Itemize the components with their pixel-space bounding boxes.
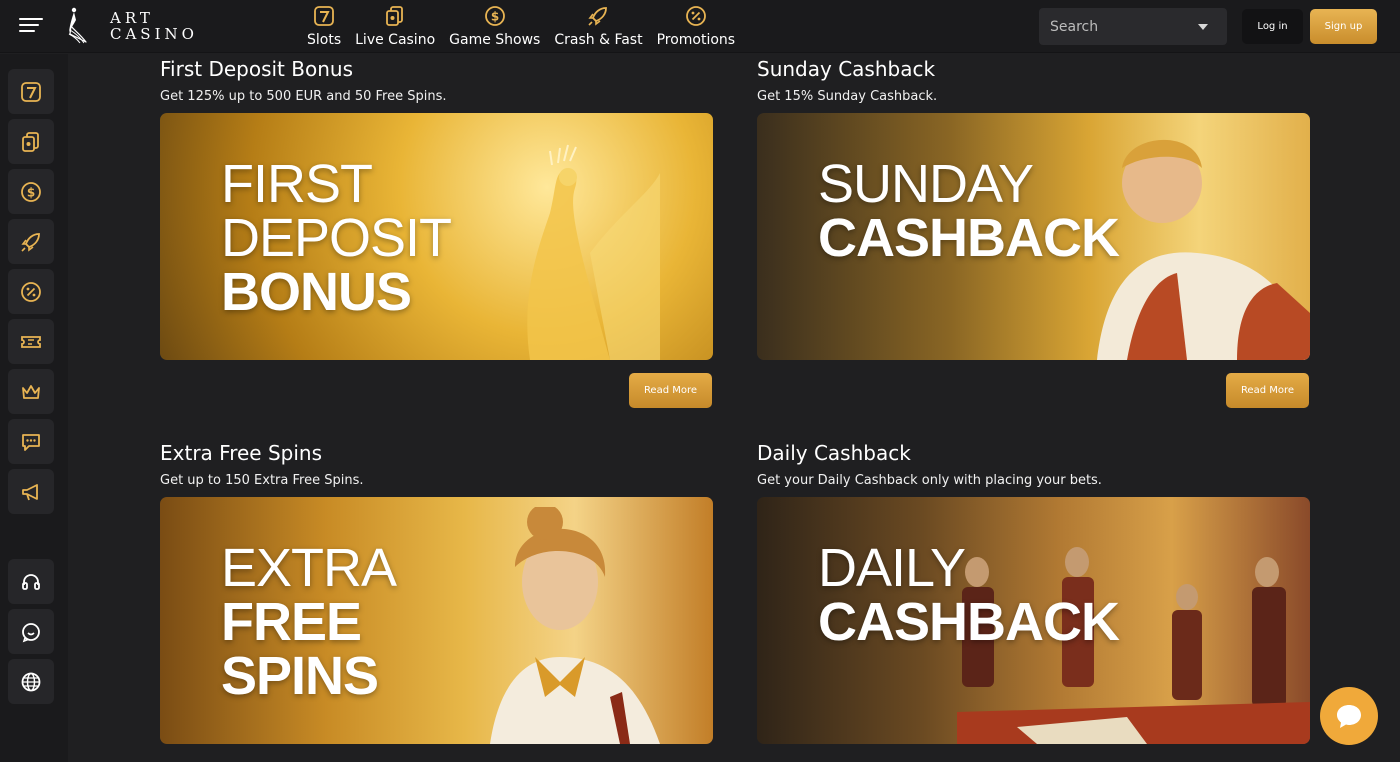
top-header: ART CASINO Slots Live Casino $ Game Show… [0, 0, 1400, 53]
percent-icon [21, 281, 41, 302]
banner-headline: DAILY CASHBACK [818, 538, 1120, 652]
coin-icon: $ [484, 6, 505, 26]
read-more-button[interactable]: Read More [629, 373, 712, 408]
sidebar-item-crash-fast[interactable] [8, 219, 54, 264]
percent-icon [685, 6, 706, 26]
logo[interactable]: ART CASINO [66, 6, 206, 46]
promo-title: Sunday Cashback [757, 57, 936, 81]
nav-item-game-shows[interactable]: $ Game Shows [442, 0, 547, 48]
banner-headline: EXTRA FREE SPINS [221, 538, 397, 706]
search-box[interactable] [1039, 8, 1227, 45]
promo-subtitle: Get your Daily Cashback only with placin… [757, 473, 1102, 488]
promo-card-extra-free-spins: Extra Free Spins Get up to 150 Extra Fre… [160, 441, 713, 762]
main-nav: Slots Live Casino $ Game Shows Crash & F… [300, 0, 742, 53]
sidebar-item-slots[interactable] [8, 69, 54, 114]
live-chat-button[interactable] [1320, 687, 1378, 745]
cards-icon [386, 6, 404, 26]
promo-subtitle: Get up to 150 Extra Free Spins. [160, 473, 364, 488]
login-button[interactable]: Log in [1242, 9, 1303, 44]
promo-card-first-deposit: First Deposit Bonus Get 125% up to 500 E… [160, 57, 713, 417]
chevron-down-icon[interactable] [1198, 24, 1208, 30]
sidebar: $ [0, 54, 68, 762]
sidebar-item-chat[interactable] [8, 419, 54, 464]
seven-icon [21, 81, 41, 102]
svg-text:$: $ [27, 185, 35, 199]
promo-banner-image[interactable]: FIRST DEPOSIT BONUS [160, 113, 713, 360]
signup-button[interactable]: Sign up [1310, 9, 1377, 44]
support-chat-icon [22, 622, 40, 642]
promo-banner-image[interactable]: DAILY CASHBACK [757, 497, 1310, 744]
peacock-logo-icon [68, 7, 87, 44]
sidebar-item-live-chat[interactable] [8, 609, 54, 654]
coin-icon: $ [21, 181, 41, 202]
nav-item-promotions[interactable]: Promotions [650, 0, 743, 48]
banner-headline: FIRST DEPOSIT BONUS [221, 154, 452, 322]
nav-item-slots[interactable]: Slots [300, 0, 348, 48]
sidebar-item-news[interactable] [8, 469, 54, 514]
rocket-icon [588, 7, 608, 26]
cards-icon [22, 131, 39, 152]
promo-title: Daily Cashback [757, 441, 911, 465]
globe-icon [21, 672, 41, 691]
peacock-illustration [527, 144, 660, 360]
search-input[interactable] [1039, 8, 1189, 45]
rocket-icon [21, 232, 40, 252]
chat-bubble-icon [1337, 705, 1361, 728]
lady-illustration [490, 507, 660, 744]
ticket-icon [21, 335, 41, 348]
waiter-illustration [1097, 139, 1310, 360]
promo-title: First Deposit Bonus [160, 57, 353, 81]
nav-item-live-casino[interactable]: Live Casino [348, 0, 442, 48]
banner-headline: SUNDAY CASHBACK [818, 154, 1120, 268]
sidebar-item-live-casino[interactable] [8, 119, 54, 164]
promo-card-sunday-cashback: Sunday Cashback Get 15% Sunday Cashback.… [757, 57, 1310, 417]
sidebar-item-vip[interactable] [8, 369, 54, 414]
promo-banner-image[interactable]: SUNDAY CASHBACK [757, 113, 1310, 360]
hamburger-menu-icon[interactable] [19, 14, 43, 36]
promo-card-daily-cashback: Daily Cashback Get your Daily Cashback o… [757, 441, 1310, 762]
sidebar-item-language[interactable] [8, 659, 54, 704]
sidebar-item-game-shows[interactable]: $ [8, 169, 54, 214]
headset-icon [22, 573, 40, 590]
seven-icon [314, 6, 334, 26]
svg-text:$: $ [491, 10, 499, 24]
sidebar-item-tournaments[interactable] [8, 319, 54, 364]
promo-subtitle: Get 15% Sunday Cashback. [757, 89, 938, 104]
read-more-button[interactable]: Read More [1226, 373, 1309, 408]
megaphone-icon [22, 483, 38, 500]
nav-item-crash-fast[interactable]: Crash & Fast [547, 0, 649, 48]
chat-icon [22, 433, 40, 451]
promo-title: Extra Free Spins [160, 441, 322, 465]
sidebar-item-promotions[interactable] [8, 269, 54, 314]
sidebar-item-support[interactable] [8, 559, 54, 604]
logo-text: ART CASINO [110, 9, 198, 43]
crown-icon [22, 384, 40, 399]
promo-banner-image[interactable]: EXTRA FREE SPINS [160, 497, 713, 744]
promo-subtitle: Get 125% up to 500 EUR and 50 Free Spins… [160, 89, 447, 104]
